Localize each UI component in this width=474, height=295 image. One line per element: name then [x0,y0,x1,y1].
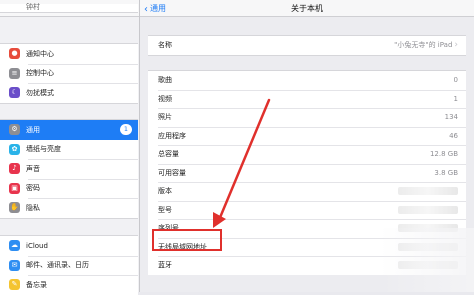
sidebar-item-privacy[interactable]: ✋ 隐私 [0,198,138,218]
info-row-videos: 视频 1 [148,89,466,109]
page-title: 关于本机 [291,4,323,13]
sidebar-item-label: iCloud [26,241,48,250]
sidebar-item-passcode[interactable]: ▣ 密码 [0,178,138,199]
sidebar-item-label: 通用 [26,125,40,134]
info-value: 1 [453,94,458,103]
control-center-icon: ≡ [9,67,20,79]
sidebar-group-1: ● 通知中心 ≡ 控制中心 ☾ 勿扰模式 [0,43,138,104]
name-group: 名称 "小兔无寺"的 iPad › [148,35,466,56]
mail-icon: ✉ [9,259,20,271]
chevron-right-icon: › [454,40,458,51]
sidebar-item-label: 邮件、通讯录、日历 [26,261,89,270]
info-value: 46 [449,131,458,140]
sidebar-item-label: 隐私 [26,203,40,212]
info-row-photos: 照片 134 [148,108,466,127]
cloud-icon: ☁ [9,240,20,252]
blur-overlay [380,228,474,292]
gear-icon: ⚙ [9,124,20,136]
info-value: 12.8 GB [429,150,458,159]
notification-icon: ● [9,48,20,60]
info-value: 3.8 GB [434,168,458,177]
sidebar-item-mail[interactable]: ✉ 邮件、通讯录、日历 [0,255,138,276]
sidebar-item-control-center[interactable]: ≡ 控制中心 [0,63,138,84]
sidebar-item-label: 控制中心 [26,69,54,78]
info-row-available: 可用容量 3.8 GB [148,163,466,183]
hand-icon: ✋ [9,202,20,214]
sidebar-item-label: 密码 [26,184,40,193]
sidebar-item-notification-center[interactable]: ● 通知中心 [0,44,138,64]
flower-icon: ✿ [9,143,20,155]
speaker-icon: ♪ [9,163,20,175]
sidebar-item-label: 备忘录 [26,280,47,289]
info-row-model: 型号 [148,200,466,220]
info-row-version: 版本 [148,182,466,201]
serial-highlight-box [152,229,222,251]
sidebar-item-general[interactable]: ⚙ 通用 1 [0,120,138,140]
moon-icon: ☾ [9,87,20,99]
update-badge: 1 [119,124,132,135]
name-label: 名称 [158,41,172,50]
name-row[interactable]: 名称 "小兔无寺"的 iPad › [148,36,466,55]
sidebar-item-icloud[interactable]: ☁ iCloud [0,236,138,256]
sidebar-item-label: 声音 [26,164,40,173]
device-name-value: "小兔无寺"的 iPad › [394,40,458,51]
sidebar-item-wallpaper[interactable]: ✿ 墙纸与亮度 [0,140,138,160]
sidebar-item-partial: 钟村 [26,3,40,11]
about-nav-bar: ‹ 通用 关于本机 [140,0,474,17]
sidebar-item-label: 勿扰模式 [26,88,54,97]
info-value: 0 [453,76,458,85]
notes-icon: ✎ [9,279,20,291]
settings-sidebar: 设置 钟村 ● 通知中心 ≡ 控制中心 ☾ 勿扰模式 ⚙ 通用 1 ✿ 墙纸与亮… [0,0,140,295]
sidebar-group-2: ⚙ 通用 1 ✿ 墙纸与亮度 ♪ 声音 ▣ 密码 ✋ 隐私 [0,119,138,219]
blurred-value [398,205,458,214]
sidebar-item-do-not-disturb[interactable]: ☾ 勿扰模式 [0,83,138,103]
sidebar-item-label: 墙纸与亮度 [26,145,61,154]
lock-icon: ▣ [9,182,20,194]
sidebar-top-partial-group: 钟村 [0,3,138,13]
sidebar-group-3: ☁ iCloud ✉ 邮件、通讯录、日历 ✎ 备忘录 [0,235,138,295]
sidebar-item-sounds[interactable]: ♪ 声音 [0,159,138,179]
info-row-capacity: 总容量 12.8 GB [148,145,466,164]
info-row-apps: 应用程序 46 [148,126,466,146]
info-row-songs: 歌曲 0 [158,76,458,85]
info-value: 134 [444,113,458,122]
sidebar-item-label: 通知中心 [26,49,54,58]
blurred-value [398,187,458,195]
